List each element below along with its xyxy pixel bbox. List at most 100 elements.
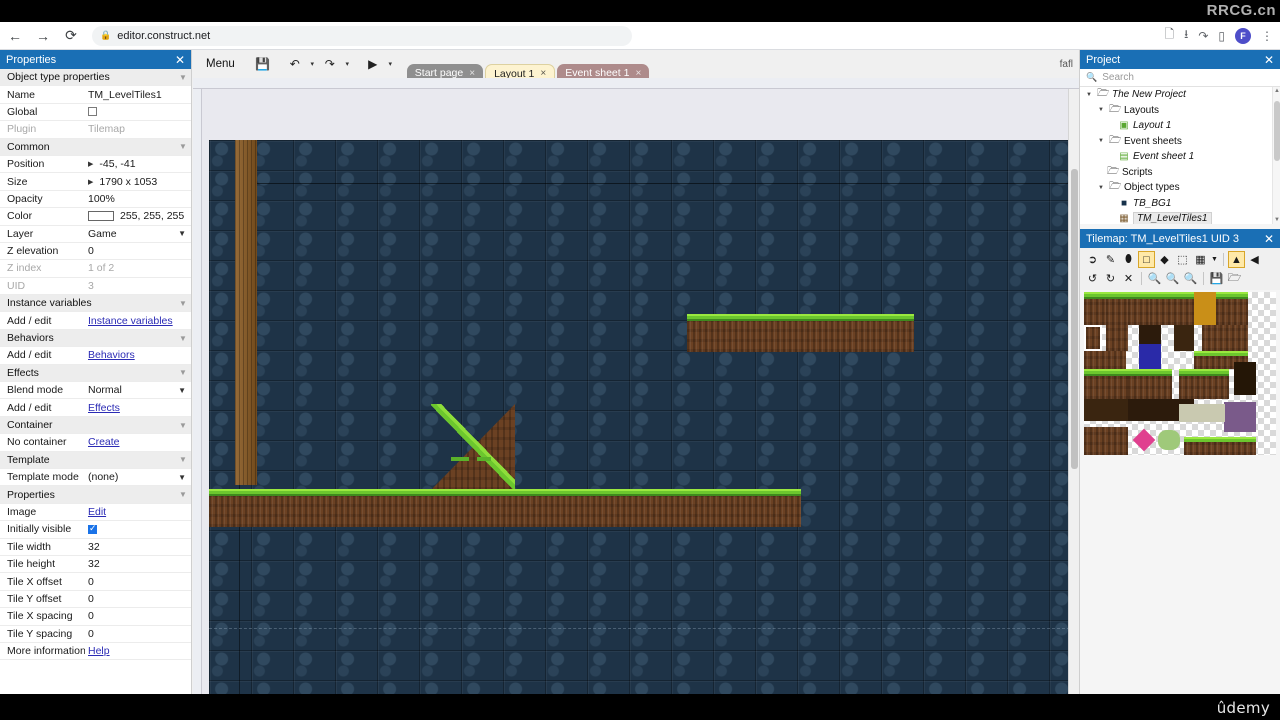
property-row-tile-x-spacing[interactable]: Tile X spacing 0 bbox=[0, 608, 191, 626]
palette-tile-dark[interactable] bbox=[1084, 399, 1128, 421]
copy-icon[interactable]: 🗋 bbox=[1164, 25, 1174, 46]
kebab-menu-icon[interactable]: ⋮ bbox=[1261, 29, 1273, 43]
tree-item-layout-1[interactable]: ▣ Layout 1 bbox=[1080, 118, 1280, 134]
property-value[interactable]: 0 bbox=[85, 610, 191, 622]
property-row-container[interactable]: No container Create bbox=[0, 434, 191, 452]
tile-pattern-caret-icon[interactable]: ▼ bbox=[1210, 251, 1219, 268]
flip-horizontal-tool[interactable]: ▲ bbox=[1228, 251, 1245, 268]
sidepanel-icon[interactable]: ▯ bbox=[1218, 29, 1225, 43]
collapse-triangle-icon[interactable]: ▼ bbox=[175, 73, 191, 82]
rotate-ccw-tool[interactable]: ↺ bbox=[1084, 270, 1101, 287]
avatar[interactable]: F bbox=[1235, 27, 1251, 44]
tree-item-object-types[interactable]: ▼ 🗁 Object types bbox=[1080, 180, 1280, 196]
back-arrow-icon[interactable]: ← bbox=[2, 23, 28, 49]
property-row-opacity[interactable]: Opacity 100% bbox=[0, 191, 191, 209]
property-value[interactable]: -45, -41 bbox=[99, 158, 135, 170]
palette-tile[interactable] bbox=[1084, 325, 1102, 351]
project-tree-scrollbar-thumb[interactable] bbox=[1274, 101, 1280, 161]
palette-tile-dark[interactable] bbox=[1174, 325, 1194, 351]
group-behaviors[interactable]: Behaviors ▼ bbox=[0, 329, 191, 348]
group-instance-variables[interactable]: Instance variables ▼ bbox=[0, 295, 191, 313]
chevron-down-icon[interactable]: ▼ bbox=[178, 473, 186, 482]
palette-tile[interactable] bbox=[1184, 437, 1256, 455]
palette-tile[interactable] bbox=[1106, 292, 1128, 325]
property-value[interactable]: 0 bbox=[85, 593, 191, 605]
property-row-size[interactable]: Size ▶ 1790 x 1053 bbox=[0, 173, 191, 191]
property-row-tile-y-offset[interactable]: Tile Y offset 0 bbox=[0, 591, 191, 609]
palette-tile[interactable] bbox=[1084, 369, 1128, 399]
palette-tile-slime[interactable] bbox=[1158, 430, 1180, 450]
help-link[interactable]: Help bbox=[88, 645, 110, 657]
property-value[interactable]: 32 bbox=[85, 558, 191, 570]
property-row-tile-x-offset[interactable]: Tile X offset 0 bbox=[0, 573, 191, 591]
undo-dropdown-caret[interactable]: ▾ bbox=[308, 60, 317, 68]
slope-platform[interactable] bbox=[431, 404, 515, 490]
layer-select-value[interactable]: Game bbox=[88, 228, 117, 240]
zoom-reset-tool[interactable]: 🔍 bbox=[1164, 270, 1181, 287]
property-row-position[interactable]: Position ▶ -45, -41 bbox=[0, 156, 191, 174]
save-tilemap-tool[interactable]: 💾 bbox=[1208, 270, 1225, 287]
collapse-triangle-icon[interactable]: ▼ bbox=[175, 421, 191, 430]
palette-tile[interactable] bbox=[1128, 292, 1150, 325]
redo-arrow-icon[interactable]: ↷ bbox=[319, 54, 341, 74]
marquee-select-tool[interactable]: ⬚ bbox=[1174, 251, 1191, 268]
ground-platform[interactable] bbox=[209, 489, 801, 527]
rectangle-tool[interactable]: □ bbox=[1138, 251, 1155, 268]
pencil-tool[interactable]: ✎ bbox=[1102, 251, 1119, 268]
share-icon[interactable]: ↷ bbox=[1198, 29, 1208, 43]
tree-item-tb-bg1[interactable]: ■ TB_BG1 bbox=[1080, 196, 1280, 212]
property-row-tile-height[interactable]: Tile height 32 bbox=[0, 556, 191, 574]
play-triangle-icon[interactable]: ▶ bbox=[362, 54, 384, 74]
vertical-scrollbar[interactable] bbox=[1068, 89, 1079, 712]
instance-variables-link[interactable]: Instance variables bbox=[88, 315, 173, 327]
palette-tile-water[interactable] bbox=[1139, 344, 1161, 369]
eraser-tool[interactable]: ⬮ bbox=[1120, 251, 1137, 268]
blend-mode-select-value[interactable]: Normal bbox=[88, 384, 122, 396]
property-row-effects[interactable]: Add / edit Effects bbox=[0, 399, 191, 417]
property-row-tile-y-spacing[interactable]: Tile Y spacing 0 bbox=[0, 626, 191, 643]
palette-tile[interactable] bbox=[1106, 325, 1128, 351]
group-properties[interactable]: Properties ▼ bbox=[0, 486, 191, 504]
tree-item-event-sheets[interactable]: ▼ 🗁 Event sheets bbox=[1080, 134, 1280, 150]
property-row-instance-variables[interactable]: Add / edit Instance variables bbox=[0, 312, 191, 330]
palette-tile-decor[interactable] bbox=[1224, 402, 1256, 432]
expand-triangle-icon[interactable]: ▶ bbox=[88, 160, 93, 168]
open-tilemap-tool[interactable]: 🗁 bbox=[1226, 270, 1243, 287]
zoom-out-tool[interactable]: 🔍 bbox=[1146, 270, 1163, 287]
palette-tile[interactable] bbox=[1202, 325, 1248, 351]
property-row-template-mode[interactable]: Template mode (none) ▼ bbox=[0, 469, 191, 487]
zoom-in-tool[interactable]: 🔍 bbox=[1182, 270, 1199, 287]
expand-triangle-icon[interactable]: ▼ bbox=[1096, 185, 1106, 191]
search-input[interactable]: Search bbox=[1102, 72, 1134, 83]
initially-visible-checkbox[interactable] bbox=[88, 524, 97, 534]
tree-item-scripts[interactable]: 🗁 Scripts bbox=[1080, 165, 1280, 181]
close-icon[interactable]: ✕ bbox=[175, 53, 185, 67]
property-row-blend-mode[interactable]: Blend mode Normal ▼ bbox=[0, 382, 191, 400]
property-value[interactable]: 0 bbox=[85, 576, 191, 588]
palette-tile-sign[interactable] bbox=[1179, 404, 1225, 422]
expand-triangle-icon[interactable]: ▼ bbox=[1096, 107, 1106, 113]
global-checkbox[interactable] bbox=[88, 107, 97, 117]
group-object-type-properties[interactable]: Object type properties ▼ bbox=[0, 69, 191, 87]
group-common[interactable]: Common ▼ bbox=[0, 138, 191, 156]
flip-vertical-tool[interactable]: ◀ bbox=[1246, 251, 1263, 268]
rotate-cw-tool[interactable]: ↻ bbox=[1102, 270, 1119, 287]
property-value[interactable]: 100% bbox=[85, 193, 191, 205]
property-value[interactable]: 0 bbox=[85, 245, 191, 257]
redo-dropdown-caret[interactable]: ▾ bbox=[343, 60, 352, 68]
palette-tile[interactable] bbox=[1084, 292, 1106, 325]
behaviors-link[interactable]: Behaviors bbox=[88, 349, 135, 361]
project-tree-scrollbar[interactable]: ▲ ▼ bbox=[1272, 87, 1280, 224]
tree-item-tm-leveltiles1[interactable]: ▦ TM_LevelTiles1 bbox=[1080, 211, 1280, 224]
property-value[interactable]: 0 bbox=[85, 628, 191, 640]
palette-tile-dark[interactable] bbox=[1234, 362, 1256, 395]
property-row-z-elevation[interactable]: Z elevation 0 bbox=[0, 243, 191, 261]
collapse-triangle-icon[interactable]: ▼ bbox=[175, 455, 191, 464]
group-container[interactable]: Container ▼ bbox=[0, 416, 191, 435]
vertical-scrollbar-thumb[interactable] bbox=[1071, 169, 1078, 469]
edit-image-link[interactable]: Edit bbox=[88, 506, 106, 518]
palette-tile[interactable] bbox=[1179, 369, 1229, 399]
property-row-layer[interactable]: Layer Game ▼ bbox=[0, 226, 191, 243]
property-row-image[interactable]: Image Edit bbox=[0, 504, 191, 522]
collapse-triangle-icon[interactable]: ▼ bbox=[175, 142, 191, 151]
